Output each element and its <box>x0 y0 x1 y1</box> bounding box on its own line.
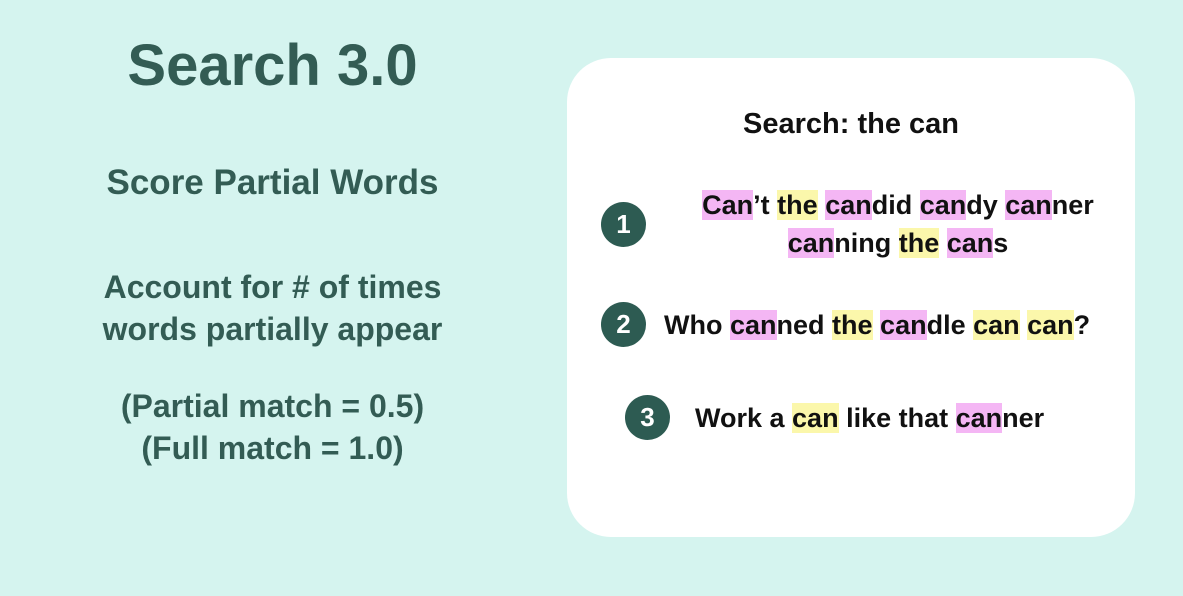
result-text-segment: ner <box>1051 190 1094 220</box>
result-text-segment: did <box>871 190 920 220</box>
rank-badge: 2 <box>601 302 646 347</box>
result-text-segment: ? <box>1073 309 1091 340</box>
result-text: Who canned the candle can can? <box>664 306 1090 344</box>
result-text: Work a can like that canner <box>695 399 1044 437</box>
search-query: Search: the can <box>743 108 959 140</box>
partial-match-highlight: can <box>1005 190 1052 220</box>
result-text: Can’t the candid candy canner canning the… <box>668 186 1128 262</box>
rank-badge: 1 <box>601 201 646 247</box>
description-line: Account for # of times <box>103 269 442 305</box>
subtitle: Score Partial Words <box>106 163 439 202</box>
partial-match-highlight: Can <box>702 190 754 220</box>
result-text-segment: ner <box>1002 402 1045 433</box>
result-item: 2 Who canned the candle can can? <box>601 302 1090 347</box>
result-line: Work a can like that canner <box>695 399 1044 437</box>
result-line: canning the cans <box>668 224 1128 262</box>
partial-match-highlight: can <box>825 190 872 220</box>
result-text-segment: s <box>993 228 1009 258</box>
description: Account for # of times words partially a… <box>40 266 505 350</box>
partial-match-score: (Partial match = 0.5) <box>120 388 425 424</box>
result-text-segment <box>873 310 881 340</box>
result-line: Who canned the candle can can? <box>664 306 1090 344</box>
result-item: 3 Work a can like that canner <box>625 395 1044 440</box>
result-text-segment: dy <box>966 190 1006 220</box>
description-line: words partially appear <box>102 311 443 347</box>
full-match-highlight: can <box>792 402 839 433</box>
result-text-segment: ’t <box>753 190 778 220</box>
result-text-segment: dle <box>926 309 974 340</box>
result-item: 1 Can’t the candid candy canner canning t… <box>601 186 1128 262</box>
partial-match-highlight: can <box>946 228 994 258</box>
result-text-segment: Who <box>664 309 730 340</box>
result-text-segment: Work a <box>695 402 793 433</box>
scoring-note: (Partial match = 0.5) (Full match = 1.0) <box>40 385 505 469</box>
full-match-score: (Full match = 1.0) <box>141 430 404 466</box>
result-text-segment: like that <box>838 402 956 433</box>
partial-match-highlight: can <box>729 309 777 340</box>
left-panel: Search 3.0 Score Partial Words Account f… <box>40 0 505 596</box>
partial-match-highlight: can <box>955 402 1003 433</box>
full-match-highlight: the <box>898 228 940 258</box>
result-text-segment <box>1020 310 1028 340</box>
rank-badge: 3 <box>625 395 670 440</box>
partial-match-highlight: can <box>919 190 967 220</box>
slide-title: Search 3.0 <box>127 33 418 98</box>
result-text-segment <box>939 228 947 258</box>
full-match-highlight: the <box>777 190 818 220</box>
search-results-card: Search: the can 1 Can’t the candid candy… <box>567 58 1135 537</box>
result-text-segment: ned <box>776 309 833 340</box>
full-match-highlight: can <box>1027 309 1074 340</box>
result-line: Can’t the candid candy canner <box>668 186 1128 224</box>
full-match-highlight: the <box>832 309 873 340</box>
partial-match-highlight: can <box>787 228 835 258</box>
result-text-segment: ning <box>834 228 899 258</box>
partial-match-highlight: can <box>880 309 927 340</box>
full-match-highlight: can <box>973 309 1020 340</box>
